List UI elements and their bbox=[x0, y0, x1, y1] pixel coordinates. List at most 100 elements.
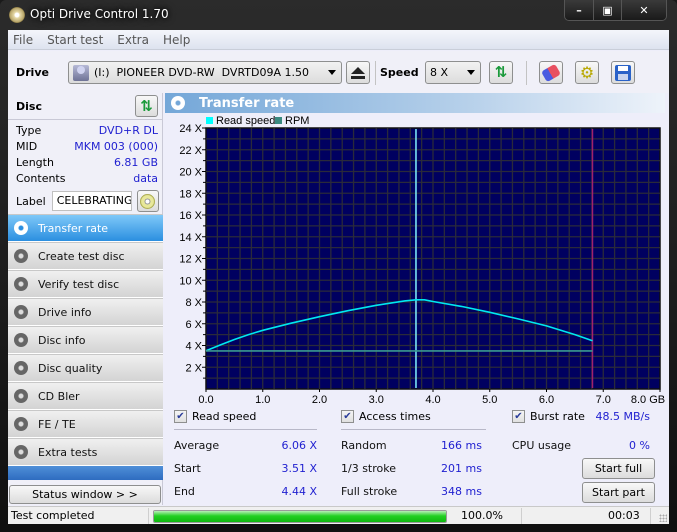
cpu-usage-label: CPU usage bbox=[512, 439, 572, 452]
cd-bler-icon bbox=[14, 389, 28, 403]
burst-rate-label: Burst rate bbox=[530, 410, 585, 423]
minimize-button[interactable]: – bbox=[565, 0, 593, 20]
extra-tests-icon bbox=[14, 445, 28, 459]
menu-extra[interactable]: Extra bbox=[117, 33, 149, 47]
average-label: Average bbox=[174, 439, 220, 452]
settings-button[interactable]: ⚙ bbox=[575, 61, 599, 84]
settings-icon: ⚙ bbox=[579, 62, 595, 82]
nav-spacer bbox=[8, 466, 163, 480]
minimize-icon: – bbox=[576, 3, 582, 17]
disc-label-button[interactable] bbox=[136, 190, 159, 212]
disc-row-mid: MID MKM 003 (000) bbox=[16, 140, 158, 156]
disc-contents-label: Contents bbox=[16, 172, 66, 185]
nav-disc-quality[interactable]: Disc quality bbox=[8, 354, 163, 382]
nav-cd-bler[interactable]: CD Bler bbox=[8, 382, 163, 410]
transfer-rate-icon bbox=[14, 221, 28, 235]
menu-help[interactable]: Help bbox=[163, 33, 190, 47]
nav-extra-tests[interactable]: Extra tests bbox=[8, 438, 163, 466]
status-window-button[interactable]: Status window > > bbox=[9, 485, 161, 504]
nav-label: Transfer rate bbox=[38, 221, 109, 235]
speed-select[interactable]: 8 X bbox=[425, 61, 481, 84]
legend-swatch-read-speed bbox=[206, 117, 213, 124]
x-axis: 0.0 1.0 2.0 3.0 4.0 5.0 6.0 7.0 8.0 GB bbox=[198, 389, 665, 405]
progress-fill bbox=[154, 511, 446, 522]
random-label: Random bbox=[341, 439, 387, 452]
divider bbox=[341, 429, 486, 430]
nav-disc-info[interactable]: Disc info bbox=[8, 326, 163, 354]
panel-header: Transfer rate bbox=[165, 93, 665, 113]
status-divider bbox=[650, 508, 651, 524]
burst-rate-value: 48.5 MB/s bbox=[595, 410, 650, 423]
drive-label: Drive bbox=[16, 66, 49, 79]
disc-type-value: DVD+R DL bbox=[98, 124, 158, 137]
window-title: Opti Drive Control 1.70 bbox=[30, 7, 169, 21]
y-tick-label: 2 X bbox=[185, 362, 202, 374]
nav-transfer-rate[interactable]: Transfer rate bbox=[8, 214, 163, 242]
burst-rate-checkbox[interactable]: ✔ Burst rate bbox=[512, 410, 585, 423]
disc-length-value: 6.81 GB bbox=[113, 156, 158, 169]
start-label: Start bbox=[174, 462, 201, 475]
y-tick-label: 16 X bbox=[179, 210, 202, 222]
checkbox-check-icon: ✔ bbox=[512, 410, 525, 423]
start-full-button[interactable]: Start full bbox=[582, 458, 655, 479]
disc-refresh-button[interactable]: ⇅ bbox=[135, 95, 158, 117]
drive-select-value: (I:) PIONEER DVD-RW DVRTD09A 1.50 bbox=[94, 66, 309, 79]
nav-drive-info[interactable]: Drive info bbox=[8, 298, 163, 326]
read-speed-label: Read speed bbox=[192, 410, 257, 423]
create-disc-icon bbox=[14, 249, 28, 263]
cpu-usage-value: 0 % bbox=[629, 439, 650, 452]
disc-row-contents: Contents data bbox=[16, 172, 158, 188]
nav-label: Create test disc bbox=[38, 249, 125, 263]
drive-select[interactable]: (I:) PIONEER DVD-RW DVRTD09A 1.50 bbox=[68, 61, 342, 84]
average-value: 6.06 X bbox=[281, 439, 317, 452]
status-divider bbox=[521, 508, 522, 524]
nav-fe-te[interactable]: FE / TE bbox=[8, 410, 163, 438]
menu-file[interactable]: File bbox=[13, 33, 33, 47]
y-tick-label: 12 X bbox=[179, 254, 202, 266]
end-label: End bbox=[174, 485, 195, 498]
menu-start-test[interactable]: Start test bbox=[47, 33, 103, 47]
nav-create-test-disc[interactable]: Create test disc bbox=[8, 242, 163, 270]
transfer-rate-chart: Read speed RPM 2 X 4 X 6 X 8 X 10 X 12 X 14 X 1… bbox=[179, 115, 665, 405]
disc-label-field[interactable]: CELEBRATING_ bbox=[51, 191, 132, 211]
disc-quality-icon bbox=[14, 361, 28, 375]
nav-label: CD Bler bbox=[38, 389, 80, 403]
refresh-icon: ⇅ bbox=[140, 96, 153, 115]
x-tick-label: 7.0 bbox=[596, 394, 611, 405]
chevron-down-icon bbox=[467, 70, 475, 75]
nav-label: FE / TE bbox=[38, 417, 76, 431]
app-disc-icon bbox=[9, 7, 25, 23]
verify-disc-icon bbox=[14, 277, 28, 291]
full-stroke-value: 348 ms bbox=[441, 485, 482, 498]
nav-verify-test-disc[interactable]: Verify test disc bbox=[8, 270, 163, 298]
speed-label: Speed bbox=[380, 66, 419, 79]
access-times-checkbox[interactable]: ✔ Access times bbox=[341, 410, 431, 423]
end-value: 4.44 X bbox=[281, 485, 317, 498]
erase-button[interactable] bbox=[539, 61, 563, 84]
eject-button[interactable] bbox=[346, 61, 370, 84]
legend-label-rpm: RPM bbox=[285, 115, 309, 127]
x-tick-label: 5.0 bbox=[482, 394, 497, 405]
maximize-button[interactable]: ▣ bbox=[593, 0, 621, 20]
chevron-down-icon bbox=[328, 70, 336, 75]
nav-label: Verify test disc bbox=[38, 277, 120, 291]
status-bar: Test completed 100.0% 00:03 bbox=[8, 506, 669, 524]
access-times-label: Access times bbox=[359, 410, 431, 423]
refresh-speed-button[interactable]: ⇅ bbox=[489, 61, 513, 84]
x-tick-label: 2.0 bbox=[312, 394, 327, 405]
start-part-button[interactable]: Start part bbox=[582, 482, 655, 503]
third-stroke-value: 201 ms bbox=[441, 462, 482, 475]
start-value: 3.51 X bbox=[281, 462, 317, 475]
checkbox-check-icon: ✔ bbox=[174, 410, 187, 423]
nav-label: Drive info bbox=[38, 305, 92, 319]
test-nav: Transfer rate Create test disc Verify te… bbox=[8, 214, 163, 480]
x-tick-label: 6.0 bbox=[539, 394, 554, 405]
title-bar[interactable]: Opti Drive Control 1.70 – ▣ ✕ bbox=[0, 0, 677, 30]
save-icon bbox=[615, 64, 631, 81]
resize-grip[interactable] bbox=[659, 514, 667, 522]
close-button[interactable]: ✕ bbox=[621, 0, 666, 20]
save-button[interactable] bbox=[611, 61, 635, 84]
disc-label-row: Label CELEBRATING_ bbox=[16, 189, 162, 213]
divider bbox=[174, 429, 317, 430]
read-speed-checkbox[interactable]: ✔ Read speed bbox=[174, 410, 256, 423]
